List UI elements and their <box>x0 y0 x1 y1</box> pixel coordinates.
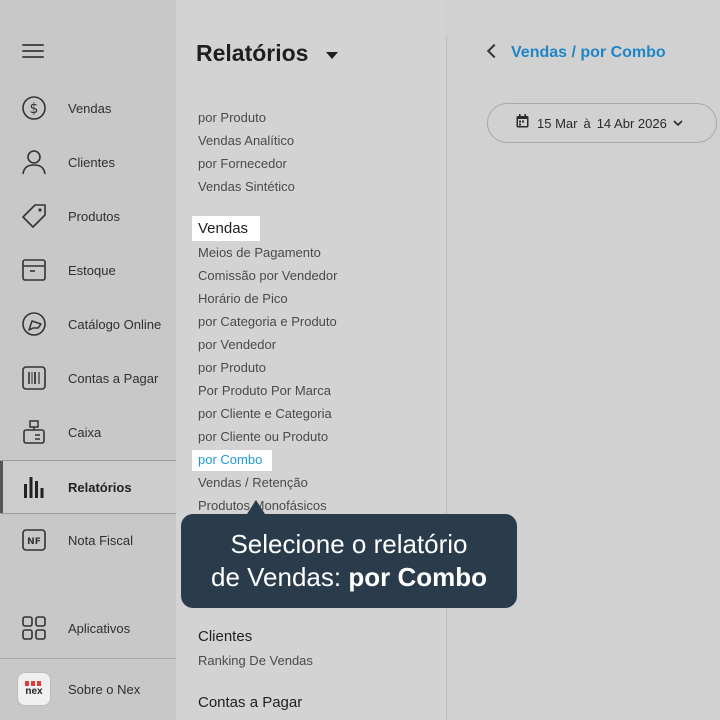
sidebar-item-contas-a-pagar[interactable]: Contas a Pagar <box>0 351 176 405</box>
calendar-icon <box>516 113 529 133</box>
nf-icon: NF <box>20 526 48 554</box>
chevron-down-icon[interactable] <box>326 52 338 59</box>
sidebar: $ Vendas Clientes Produtos Estoque Catál… <box>0 0 176 720</box>
sidebar-item-label: Caixa <box>68 424 102 440</box>
report-link[interactable]: Vendas / Retenção <box>198 475 308 490</box>
tooltip-arrow <box>247 500 265 514</box>
tooltip-line-2: de Vendas: por Combo <box>181 561 517 594</box>
section-heading-clientes: Clientes <box>198 628 253 645</box>
report-link[interactable]: Por Produto Por Marca <box>198 383 331 398</box>
svg-text:$: $ <box>30 101 39 117</box>
instruction-tooltip: Selecione o relatório de Vendas: por Com… <box>181 514 517 608</box>
sidebar-item-label: Clientes <box>68 154 115 170</box>
back-chevron-icon[interactable] <box>486 43 502 59</box>
report-link[interactable]: Vendas Sintético <box>198 179 295 194</box>
date-to: 14 Abr 2026 <box>596 115 667 131</box>
sidebar-item-aplicativos[interactable]: Aplicativos <box>0 601 176 655</box>
report-link[interactable]: por Vendedor <box>198 337 276 352</box>
register-icon <box>20 418 48 446</box>
sidebar-item-caixa[interactable]: Caixa <box>0 405 176 459</box>
apps-grid-icon <box>20 614 48 642</box>
sidebar-item-nota-fiscal[interactable]: NF Nota Fiscal <box>0 513 176 567</box>
date-range-picker[interactable]: 15 Mar à 14 Abr 2026 <box>487 103 717 143</box>
sidebar-item-produtos[interactable]: Produtos <box>0 189 176 243</box>
user-icon <box>20 148 48 176</box>
sidebar-item-label: Relatórios <box>68 479 132 495</box>
sidebar-item-label: Catálogo Online <box>68 316 162 332</box>
sidebar-item-estoque[interactable]: Estoque <box>0 243 176 297</box>
page-title[interactable]: Relatórios <box>196 40 308 67</box>
report-link[interactable]: por Categoria e Produto <box>198 314 337 329</box>
report-link[interactable]: por Cliente ou Produto <box>198 429 328 444</box>
report-link-por-combo[interactable]: por Combo <box>198 452 262 467</box>
report-link[interactable]: Ranking De Vendas <box>198 653 313 668</box>
sidebar-item-label: Aplicativos <box>68 620 131 636</box>
sidebar-item-relatorios[interactable]: Relatórios <box>0 460 176 514</box>
sidebar-item-label: Produtos <box>68 208 121 224</box>
section-heading-vendas: Vendas <box>198 220 249 237</box>
column-divider <box>446 36 447 720</box>
tooltip-line-2-bold: por Combo <box>348 562 487 592</box>
sidebar-item-label: Contas a Pagar <box>68 370 159 386</box>
report-link[interactable]: Vendas Analítico <box>198 133 294 148</box>
sidebar-item-vendas[interactable]: $ Vendas <box>0 81 176 135</box>
bar-chart-icon <box>20 473 48 501</box>
nf-badge-text: NF <box>27 537 41 547</box>
barcode-icon <box>20 364 48 392</box>
section-heading-contas: Contas a Pagar <box>198 694 303 711</box>
tag-icon <box>20 202 48 230</box>
breadcrumb[interactable]: Vendas / por Combo <box>511 44 666 62</box>
dollar-circle-icon: $ <box>20 94 48 122</box>
sidebar-item-catalogo[interactable]: Catálogo Online <box>0 297 176 351</box>
box-icon <box>20 256 48 284</box>
nex-logo-icon: nex <box>16 672 52 706</box>
sidebar-item-label: Sobre o Nex <box>68 681 141 697</box>
sidebar-item-label: Nota Fiscal <box>68 532 134 548</box>
report-link[interactable]: por Cliente e Categoria <box>198 406 332 421</box>
date-separator: à <box>583 115 591 131</box>
nex-logo-text: nex <box>25 686 43 697</box>
sidebar-item-sobre[interactable]: nex Sobre o Nex <box>0 662 176 716</box>
tooltip-line-2-prefix: de Vendas: <box>211 562 349 592</box>
report-link[interactable]: Comissão por Vendedor <box>198 268 337 283</box>
chevron-down-icon <box>673 114 683 132</box>
report-link[interactable]: por Produto <box>198 360 266 375</box>
menu-icon[interactable] <box>22 44 44 62</box>
sidebar-item-label: Estoque <box>68 262 116 278</box>
catalog-icon <box>20 310 48 338</box>
report-link[interactable]: por Fornecedor <box>198 156 287 171</box>
sidebar-item-label: Vendas <box>68 100 112 116</box>
report-link[interactable]: por Produto <box>198 110 266 125</box>
sidebar-divider <box>0 658 176 659</box>
date-from: 15 Mar <box>537 115 578 131</box>
report-link[interactable]: Meios de Pagamento <box>198 245 321 260</box>
report-link[interactable]: Horário de Pico <box>198 291 288 306</box>
sidebar-item-clientes[interactable]: Clientes <box>0 135 176 189</box>
tooltip-line-1: Selecione o relatório <box>230 529 468 559</box>
